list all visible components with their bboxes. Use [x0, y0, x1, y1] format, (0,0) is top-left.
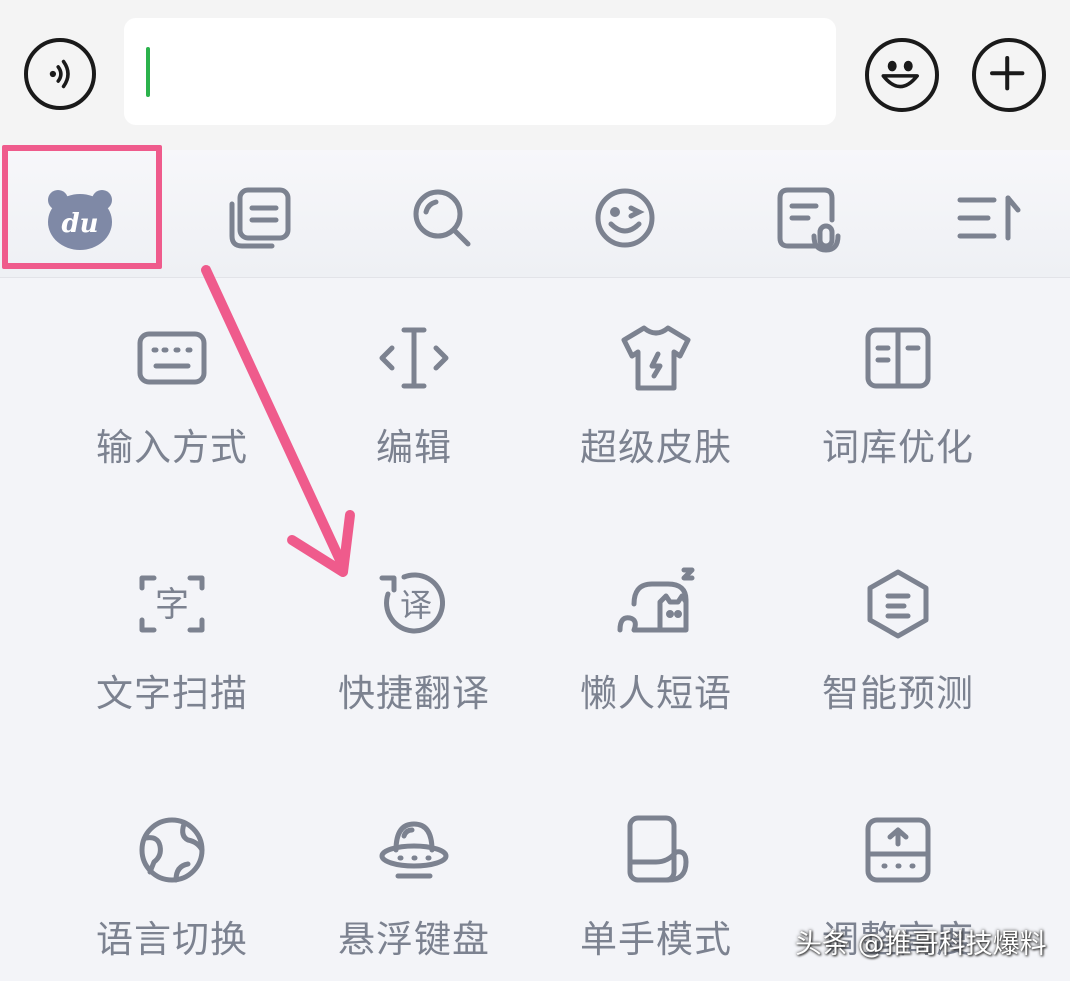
- lazy-cat-icon: [616, 564, 696, 644]
- grid-item-input-method[interactable]: 输入方式: [50, 290, 294, 520]
- grid-item-dictionary[interactable]: 词库优化: [776, 290, 1020, 520]
- translate-icon: 译: [374, 564, 454, 644]
- grid-item-super-skin[interactable]: 超级皮肤: [534, 290, 778, 520]
- grid-item-label: 快捷翻译: [338, 672, 490, 715]
- grid-item-label: 超级皮肤: [580, 426, 732, 469]
- grid-item-lazy-phrases[interactable]: 懒人短语: [534, 536, 778, 766]
- keyboard-icon: [132, 318, 212, 398]
- grid-item-label: 智能预测: [822, 672, 974, 715]
- text-caret: [146, 47, 150, 97]
- grid-item-label: 单手模式: [580, 918, 732, 961]
- text-cursor-icon: [374, 318, 454, 398]
- smile-face-icon[interactable]: [865, 38, 939, 112]
- note-voice-icon[interactable]: [768, 178, 848, 258]
- grid-item-smart-predict[interactable]: 智能预测: [776, 536, 1020, 766]
- feature-grid: 输入方式 编辑 超级皮肤 词库优化 字 文字扫描 译 快捷翻译 懒人短语 智能预…: [50, 290, 1020, 981]
- svg-text:译: 译: [400, 586, 432, 624]
- collapse-menu-icon[interactable]: [950, 178, 1030, 258]
- hexagon-predict-icon: [858, 564, 938, 644]
- tshirt-icon: [616, 318, 696, 398]
- grid-item-text-scan[interactable]: 字 文字扫描: [50, 536, 294, 766]
- grid-item-edit[interactable]: 编辑: [292, 290, 536, 520]
- grid-item-label: 输入方式: [96, 426, 248, 469]
- emoji-wink-icon[interactable]: [585, 178, 665, 258]
- grid-item-quick-translate[interactable]: 译 快捷翻译: [292, 536, 536, 766]
- input-bar: [0, 0, 1070, 150]
- book-icon: [858, 318, 938, 398]
- grid-item-label: 词库优化: [822, 426, 974, 469]
- clipboard-icon[interactable]: [220, 178, 300, 258]
- adjust-height-icon: [858, 810, 938, 890]
- svg-text:字: 字: [155, 585, 189, 625]
- grid-item-label: 悬浮键盘: [338, 918, 490, 961]
- highlight-box: [2, 145, 162, 269]
- search-icon[interactable]: [402, 178, 482, 258]
- ufo-icon: [374, 810, 454, 890]
- message-input[interactable]: [124, 18, 836, 125]
- one-hand-icon: [616, 810, 696, 890]
- grid-item-label: 语言切换: [96, 918, 248, 961]
- globe-icon: [132, 810, 212, 890]
- watermark: 头条 @推哥科技爆料: [795, 929, 1047, 960]
- grid-item-one-hand[interactable]: 单手模式: [534, 782, 778, 981]
- grid-item-label: 文字扫描: [96, 672, 248, 715]
- plus-icon[interactable]: [972, 38, 1046, 112]
- grid-item-label: 编辑: [376, 426, 452, 469]
- voice-wave-icon[interactable]: [24, 38, 96, 110]
- grid-item-label: 懒人短语: [580, 672, 732, 715]
- scan-text-icon: 字: [132, 564, 212, 644]
- grid-item-language-switch[interactable]: 语言切换: [50, 782, 294, 981]
- grid-item-floating-keyboard[interactable]: 悬浮键盘: [292, 782, 536, 981]
